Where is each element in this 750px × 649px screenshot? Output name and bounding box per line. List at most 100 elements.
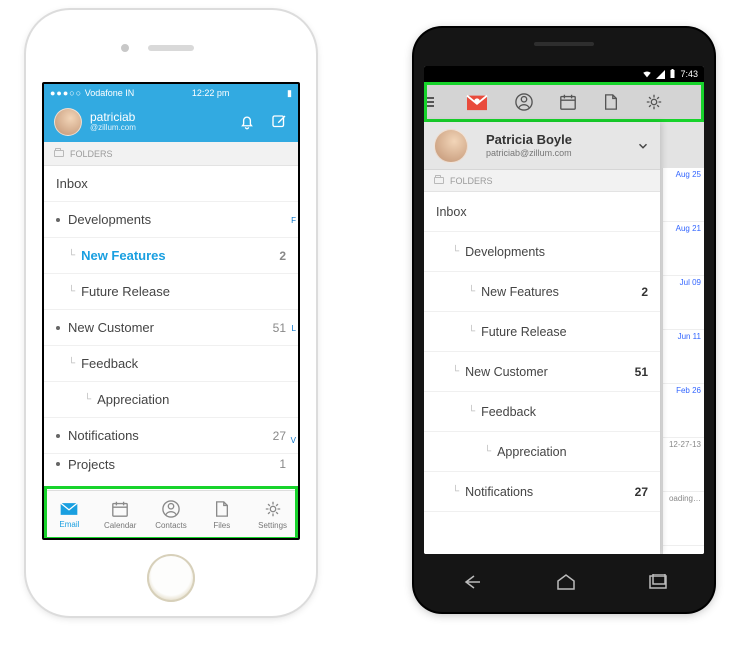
folder-row[interactable]: └ Future Release bbox=[44, 274, 298, 310]
folder-icon bbox=[434, 177, 444, 184]
folder-row[interactable]: └ Developments bbox=[424, 232, 660, 272]
drawer-user-header[interactable]: Patricia Boyle patriciab@zillum.com bbox=[424, 122, 660, 170]
folder-label: Future Release bbox=[81, 284, 170, 299]
folder-row[interactable]: Inbox bbox=[44, 166, 298, 202]
files-icon[interactable] bbox=[603, 93, 619, 111]
folder-row[interactable]: └ New Features 2 bbox=[424, 272, 660, 312]
tab-label: Files bbox=[213, 521, 230, 530]
folder-row[interactable]: └New Features2 bbox=[44, 238, 298, 274]
folder-label: New Customer bbox=[68, 320, 154, 335]
hamburger-icon[interactable] bbox=[424, 97, 434, 107]
mail-icon bbox=[59, 501, 79, 517]
recent-icon[interactable] bbox=[648, 574, 668, 590]
folder-label: New Features bbox=[481, 285, 559, 299]
index-letter: L bbox=[292, 324, 296, 333]
compose-icon[interactable] bbox=[270, 113, 288, 131]
folders-label: FOLDERS bbox=[70, 149, 113, 159]
tree-icon: └ bbox=[68, 250, 75, 261]
mail-date-peek: Aug 21 bbox=[663, 222, 704, 276]
folder-row[interactable]: └ Appreciation bbox=[44, 382, 298, 418]
iphone-device: ●●●○○ Vodafone IN 12:22 pm ▮ patriciab @… bbox=[26, 10, 316, 616]
folder-row[interactable]: Developments bbox=[44, 202, 298, 238]
folders-header: FOLDERS bbox=[44, 142, 298, 166]
folder-label: Inbox bbox=[436, 205, 467, 219]
tree-icon: └ bbox=[68, 286, 75, 297]
folder-row[interactable]: Projects1 bbox=[44, 454, 298, 474]
android-navbar bbox=[424, 562, 704, 602]
signal-icon bbox=[656, 70, 665, 79]
tree-icon: └ bbox=[452, 246, 459, 257]
folder-label: Projects bbox=[68, 457, 115, 472]
folder-label: Appreciation bbox=[97, 392, 169, 407]
folder-row[interactable]: └ Future Release bbox=[424, 312, 660, 352]
contacts-icon bbox=[162, 500, 180, 518]
bell-icon[interactable] bbox=[238, 113, 256, 131]
tab-label: Email bbox=[59, 520, 79, 529]
mail-date-peek: Jun 11 bbox=[663, 330, 704, 384]
back-icon[interactable] bbox=[460, 573, 484, 591]
android-drawer: Patricia Boyle patriciab@zillum.com FOLD… bbox=[424, 122, 660, 554]
settings-icon[interactable] bbox=[645, 93, 663, 111]
folder-label: Future Release bbox=[481, 325, 566, 339]
tab-calendar[interactable]: Calendar bbox=[95, 491, 146, 538]
folder-count: 27 bbox=[273, 429, 286, 443]
tab-label: Calendar bbox=[104, 521, 136, 530]
mail-icon[interactable] bbox=[465, 92, 489, 112]
signal-dots: ●●●○○ bbox=[50, 88, 82, 98]
android-status-bar: 7:43 bbox=[424, 66, 704, 82]
folder-row[interactable]: └Feedback bbox=[424, 392, 660, 432]
toolbar-icons bbox=[430, 92, 698, 112]
tab-settings[interactable]: Settings bbox=[247, 491, 298, 538]
tree-icon: └ bbox=[452, 366, 459, 377]
folder-count: 2 bbox=[641, 285, 648, 299]
user-email: patriciab@zillum.com bbox=[486, 148, 572, 158]
folder-row[interactable]: └New Customer51 bbox=[424, 352, 660, 392]
folder-label: Notifications bbox=[465, 485, 533, 499]
bullet-icon bbox=[56, 218, 60, 222]
avatar bbox=[434, 129, 468, 163]
folder-row[interactable]: New Customer 51 bbox=[44, 310, 298, 346]
home-button[interactable] bbox=[147, 554, 195, 602]
tab-contacts[interactable]: Contacts bbox=[146, 491, 197, 538]
android-toolbar bbox=[424, 82, 704, 122]
folder-label: New Customer bbox=[465, 365, 548, 379]
chevron-down-icon[interactable] bbox=[636, 139, 650, 153]
carrier-label: Vodafone IN bbox=[85, 88, 135, 98]
tree-icon: └ bbox=[468, 286, 475, 297]
tree-icon: └ bbox=[68, 358, 75, 369]
folder-label: Inbox bbox=[56, 176, 88, 191]
tree-icon: └ bbox=[468, 326, 475, 337]
wifi-icon bbox=[642, 69, 652, 79]
folder-row[interactable]: Notifications27 bbox=[44, 418, 298, 454]
folder-row[interactable]: Inbox bbox=[424, 192, 660, 232]
tab-files[interactable]: Files bbox=[196, 491, 247, 538]
mail-date-peek: 12-27-13 bbox=[663, 438, 704, 492]
mail-date-peek: Feb 26 bbox=[663, 384, 704, 438]
folder-label: Feedback bbox=[81, 356, 138, 371]
tree-icon: └ bbox=[84, 394, 91, 405]
avatar[interactable] bbox=[54, 108, 82, 136]
folder-row[interactable]: └ Feedback bbox=[44, 346, 298, 382]
contacts-icon[interactable] bbox=[515, 93, 533, 111]
battery-icon bbox=[669, 69, 676, 79]
folder-count: 51 bbox=[273, 321, 286, 335]
mail-date-peek: oading… bbox=[663, 492, 704, 546]
android-folder-list: Inbox └ Developments └ New Features 2 └ Future … bbox=[424, 192, 660, 512]
folder-row[interactable]: └Notifications27 bbox=[424, 472, 660, 512]
home-icon[interactable] bbox=[555, 573, 577, 591]
tab-email[interactable]: Email bbox=[44, 491, 95, 538]
android-device: 7:43 Aug 25Aug 21Jul 09Jun 11Feb 2612-27… bbox=[414, 28, 714, 612]
mail-list-peek: Aug 25Aug 21Jul 09Jun 11Feb 2612-27-13oa… bbox=[662, 168, 704, 554]
folder-row[interactable]: └Appreciation bbox=[424, 432, 660, 472]
bullet-icon bbox=[56, 462, 60, 466]
folder-label: Developments bbox=[465, 245, 545, 259]
clock: 7:43 bbox=[680, 69, 698, 79]
index-letter: V bbox=[291, 436, 296, 445]
battery-icon: ▮ bbox=[287, 88, 292, 99]
mail-date-peek: Jul 09 bbox=[663, 276, 704, 330]
calendar-icon[interactable] bbox=[559, 93, 577, 111]
tab-label: Settings bbox=[258, 521, 287, 530]
folder-label: Feedback bbox=[481, 405, 536, 419]
earpiece-slot bbox=[534, 42, 594, 46]
iphone-screen: ●●●○○ Vodafone IN 12:22 pm ▮ patriciab @… bbox=[42, 82, 300, 540]
